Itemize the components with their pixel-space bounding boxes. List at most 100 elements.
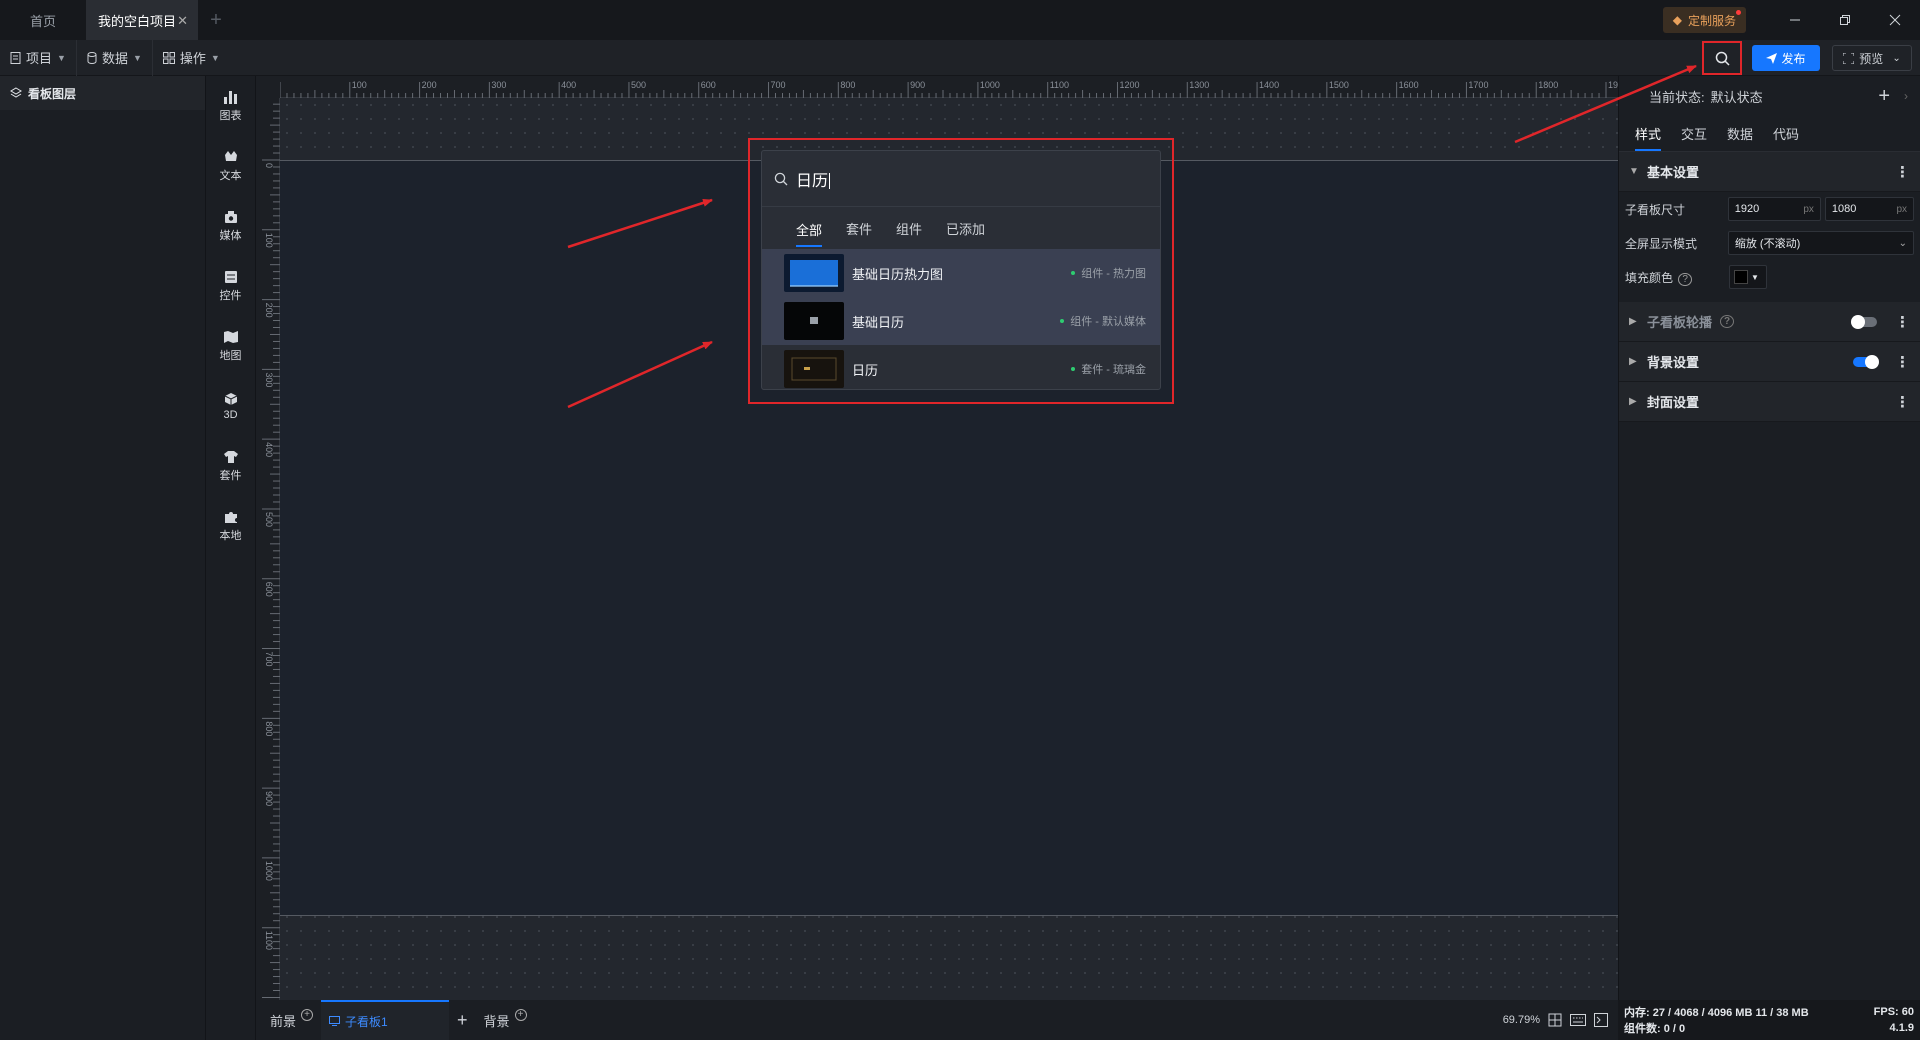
preview-button[interactable]: 预览 ⌄ (1832, 45, 1912, 71)
board-size-row: 子看板尺寸 1920 px 1080 px (1619, 192, 1920, 226)
component-control[interactable]: 控件 (206, 256, 255, 316)
bar-chart-icon (223, 90, 237, 104)
tab-code[interactable]: 代码 (1773, 124, 1799, 143)
tab-style[interactable]: 样式 (1635, 124, 1662, 151)
close-tab-icon[interactable]: ✕ (177, 13, 188, 29)
title-bar: 首页 我的空白项目 ✕ + ◆ 定制服务 (0, 0, 1920, 40)
carousel-toggle[interactable] (1851, 314, 1877, 329)
search-tab-added[interactable]: 已添加 (946, 219, 985, 238)
ruler-label: 800 (264, 721, 274, 736)
search-tab-kits[interactable]: 套件 (846, 219, 872, 238)
help-icon[interactable]: ? (1720, 315, 1735, 328)
chevron-down-icon[interactable]: ⌄ (1892, 53, 1900, 64)
add-foreground-icon[interactable]: + (301, 1009, 314, 1021)
zoom-controls: 69.79% (1503, 1000, 1608, 1040)
ruler-label: 200 (264, 303, 274, 318)
foreground-label: 前景 (270, 1013, 297, 1029)
ruler-label: 1500 (1329, 80, 1349, 90)
custom-service-button[interactable]: ◆ 定制服务 (1662, 7, 1746, 33)
shirt-icon (223, 450, 238, 463)
fullscreen-row: 全屏显示模式 缩放 (不滚动) ⌄ (1619, 226, 1920, 260)
fill-color-picker[interactable]: ▼ (1729, 265, 1767, 289)
tab-sub-board[interactable]: 子看板1 (321, 1000, 450, 1040)
more-icon[interactable]: ⋮ (1895, 313, 1910, 331)
puzzle-icon (224, 511, 237, 523)
bottom-bar: 前景 + 子看板1 + 背景 + 69.79% (256, 1000, 1618, 1040)
ruler-label: 800 (840, 80, 855, 90)
menu-operate[interactable]: 操作 ▼ (153, 40, 230, 76)
tab-project[interactable]: 我的空白项目 ✕ (86, 0, 198, 40)
component-label: 地图 (219, 349, 242, 362)
add-state-icon[interactable]: + (1878, 85, 1890, 108)
ruler-horizontal[interactable]: 100 200 300 400 500 600 700 800 900 1000 1100 1200 1… (280, 76, 1618, 98)
component-kit[interactable]: 套件 (206, 436, 255, 496)
fps-status: FPS: 60 (1873, 1006, 1914, 1018)
tab-data[interactable]: 数据 (1727, 124, 1753, 143)
state-row: 当前状态: 默认状态 + › (1619, 76, 1920, 116)
tab-home[interactable]: 首页 (0, 0, 86, 40)
calendar-thumbnail (784, 302, 844, 340)
ruler-corner (256, 76, 280, 98)
layer-panel-header[interactable]: 看板图层 (0, 76, 205, 110)
close-window-icon[interactable] (1870, 0, 1920, 40)
fullscreen-select[interactable]: 缩放 (不滚动) ⌄ (1727, 231, 1914, 255)
fill-color-row: 填充颜色 ? ▼ (1619, 260, 1920, 294)
component-text[interactable]: 文本 (206, 136, 255, 196)
calendar-kit-thumbnail (784, 350, 844, 388)
background-tab[interactable]: 背景 + (476, 1000, 535, 1040)
component-local[interactable]: 本地 (206, 496, 255, 556)
search-result[interactable]: 基础日历热力图 组件 - 热力图 (762, 249, 1160, 297)
component-label: 套件 (219, 469, 242, 482)
component-label: 媒体 (219, 229, 242, 242)
result-name: 基础日历 (852, 314, 905, 330)
foreground-tab[interactable]: 前景 + (262, 1000, 321, 1040)
terminal-icon (1594, 1013, 1608, 1027)
map-icon (223, 330, 238, 343)
search-tabs: 全部 套件 组件 已添加 (762, 207, 1160, 249)
fit-screen-icon (1548, 1013, 1562, 1027)
search-tab-all[interactable]: 全部 (796, 220, 823, 247)
result-meta: 组件 - 默认媒体 (1070, 316, 1146, 328)
status-dot (1071, 367, 1076, 371)
state-value[interactable]: 默认状态 (1711, 87, 1763, 106)
add-board-icon[interactable]: + (449, 1000, 476, 1040)
search-popup: 日历 全部 套件 组件 已添加 基础日历热力图 组件 - 热力图 基础日历 组件… (761, 150, 1161, 390)
text-cursor (829, 173, 831, 190)
search-result[interactable]: 日历 套件 - 琉璃金 (762, 345, 1160, 389)
more-icon[interactable]: ⋮ (1895, 353, 1910, 371)
search-input[interactable]: 日历 (762, 151, 1160, 207)
search-result[interactable]: 基础日历 组件 - 默认媒体 (762, 297, 1160, 345)
component-media[interactable]: 媒体 (206, 196, 255, 256)
search-tab-components[interactable]: 组件 (896, 219, 922, 238)
search-button[interactable] (1702, 41, 1742, 75)
component-chart[interactable]: 图表 (206, 76, 255, 136)
more-icon[interactable]: ⋮ (1895, 393, 1910, 411)
ruler-label: 900 (264, 791, 274, 806)
menu-project[interactable]: 项目 ▼ (0, 39, 77, 76)
tab-interaction[interactable]: 交互 (1681, 124, 1707, 143)
height-input[interactable]: 1080 px (1824, 197, 1914, 221)
section-cover[interactable]: ▶ 封面设置 ⋮ (1619, 382, 1920, 422)
chevron-right-icon[interactable]: › (1904, 89, 1908, 103)
width-input[interactable]: 1920 px (1727, 197, 1821, 221)
menu-data[interactable]: 数据 ▼ (77, 39, 153, 76)
section-basic-settings[interactable]: ▼ 基本设置 ⋮ (1619, 152, 1920, 192)
section-carousel[interactable]: ▶ 子看板轮播 ? ⋮ (1619, 302, 1920, 342)
publish-button[interactable]: 发布 (1752, 45, 1820, 71)
minimize-icon[interactable] (1770, 0, 1820, 40)
restore-icon[interactable] (1820, 0, 1870, 40)
monitor-icon (329, 1016, 341, 1026)
ruler-label: 500 (264, 512, 274, 527)
menu-project-label: 项目 (26, 51, 53, 66)
section-background[interactable]: ▶ 背景设置 ⋮ (1619, 342, 1920, 382)
background-toggle[interactable] (1853, 354, 1879, 369)
add-background-icon[interactable]: + (514, 1009, 527, 1021)
component-map[interactable]: 地图 (206, 316, 255, 376)
zoom-level[interactable]: 69.79% (1503, 1014, 1540, 1026)
ruler-vertical[interactable]: 0100200300400500600700800900100011001200 (256, 98, 280, 1000)
add-tab-icon[interactable]: + (198, 0, 234, 40)
more-icon[interactable]: ⋮ (1895, 163, 1910, 181)
ruler-label: 900 (910, 80, 925, 90)
help-icon[interactable]: ? (1678, 272, 1692, 286)
component-3d[interactable]: 3D (206, 376, 255, 436)
